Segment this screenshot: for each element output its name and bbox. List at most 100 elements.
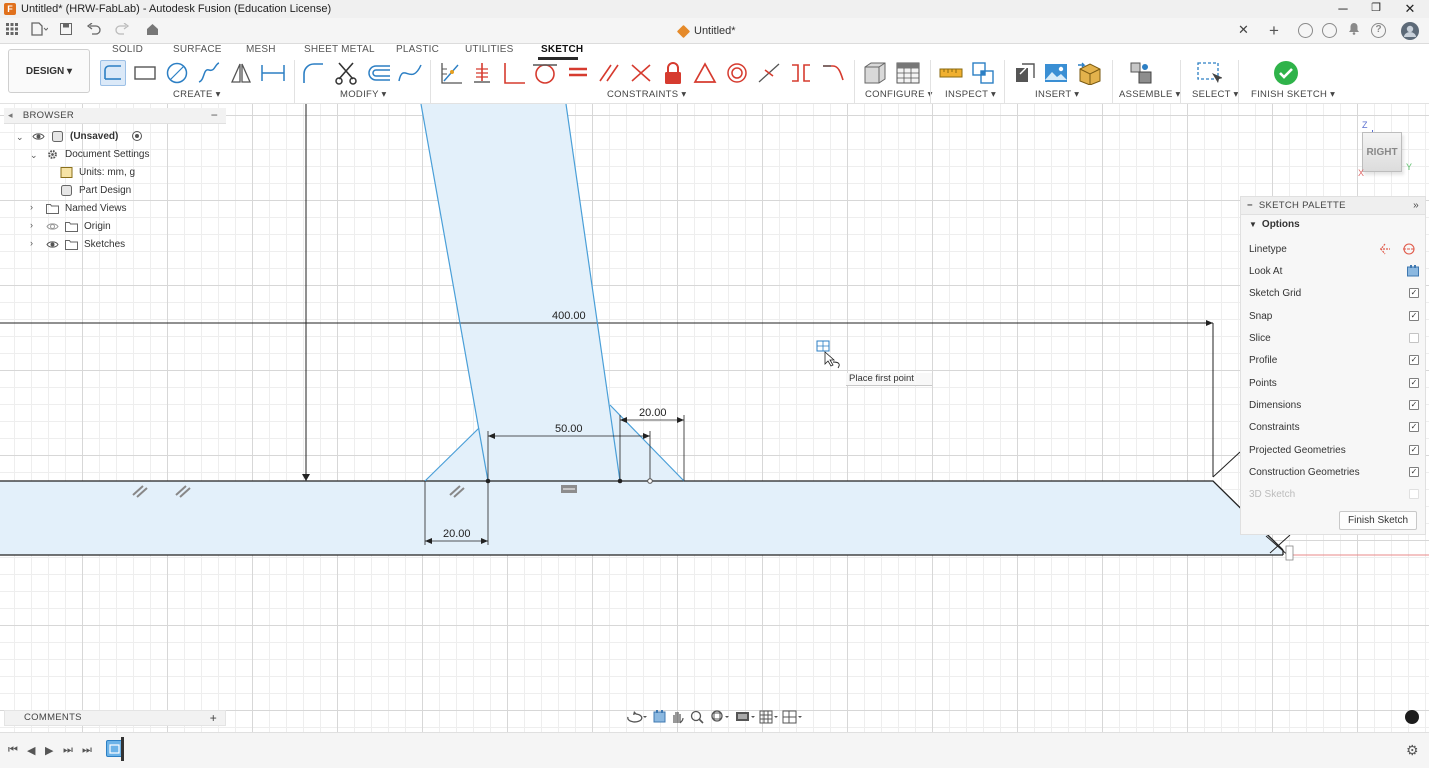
browser-item-document-settings[interactable]: Document Settings: [46, 145, 150, 163]
configure-menu[interactable]: CONFIGURE ▾: [865, 89, 933, 100]
browser-header[interactable]: ◂ BROWSER −: [4, 108, 226, 124]
options-section-header[interactable]: ▼ Options: [1249, 219, 1300, 230]
mirror-tool-icon[interactable]: [228, 60, 254, 86]
projected-geometries-checkbox[interactable]: ✓: [1409, 445, 1419, 455]
origin-marker[interactable]: [1285, 545, 1294, 561]
dimension-text-20-upper[interactable]: 20.00: [639, 407, 667, 419]
browser-minimize-button[interactable]: −: [211, 108, 218, 122]
dimension-text-50[interactable]: 50.00: [555, 423, 583, 435]
look-at-nav-icon[interactable]: [653, 710, 666, 723]
tangent-constraint-icon[interactable]: [532, 60, 558, 86]
palette-row-snap[interactable]: Snap ✓: [1249, 307, 1419, 325]
orbit-icon[interactable]: [627, 711, 647, 723]
palette-row-slice[interactable]: Slice: [1249, 329, 1419, 347]
spline-tool-icon[interactable]: [196, 60, 222, 86]
timeline-previous-icon[interactable]: ◀: [27, 744, 35, 757]
horizontal-vertical-constraint-icon[interactable]: [788, 60, 814, 86]
profile-region-base[interactable]: [0, 481, 1283, 555]
grid-settings-icon[interactable]: [759, 710, 778, 724]
tab-surface[interactable]: SURFACE: [173, 44, 222, 55]
help-icon[interactable]: ?: [1371, 23, 1386, 38]
select-window-icon[interactable]: [1196, 60, 1222, 86]
extensions-icon[interactable]: [1298, 23, 1313, 38]
feedback-chat-icon[interactable]: [1405, 710, 1419, 724]
select-menu[interactable]: SELECT ▾: [1192, 89, 1239, 100]
sketch-palette-header[interactable]: − SKETCH PALETTE »: [1241, 197, 1425, 215]
add-comment-button[interactable]: +: [210, 711, 217, 725]
lock-constraint-icon[interactable]: [660, 60, 686, 86]
symmetry-constraint-icon[interactable]: [692, 60, 718, 86]
comments-panel[interactable]: COMMENTS +: [4, 710, 226, 726]
finish-sketch-checkmark-icon[interactable]: [1273, 60, 1299, 86]
pan-hand-icon[interactable]: [673, 712, 684, 724]
chevron-down-icon[interactable]: ⌄: [16, 132, 24, 143]
assemble-joint-icon[interactable]: [1128, 60, 1154, 86]
constraints-menu[interactable]: CONSTRAINTS ▾: [607, 89, 686, 100]
timeline-next-icon[interactable]: ⏭: [63, 744, 73, 757]
file-menu-icon[interactable]: [28, 22, 50, 40]
palette-row-dimensions[interactable]: Dimensions ✓: [1249, 396, 1419, 414]
document-tab[interactable]: Untitled*: [676, 22, 736, 40]
eye-hidden-icon[interactable]: [46, 221, 59, 232]
equal-constraint-icon[interactable]: [565, 60, 591, 86]
centerline-linetype-icon[interactable]: [1403, 243, 1415, 255]
modify-menu[interactable]: MODIFY ▾: [340, 89, 387, 100]
viewcube[interactable]: Z RIGHT Y X: [1350, 120, 1420, 182]
finish-sketch-menu[interactable]: FINISH SKETCH ▾: [1251, 89, 1335, 100]
eye-icon[interactable]: [46, 239, 59, 250]
tab-plastic[interactable]: PLASTIC: [396, 44, 439, 55]
line-tool-icon[interactable]: [100, 60, 126, 86]
close-tab-button[interactable]: ✕: [1238, 22, 1249, 38]
interference-tool-icon[interactable]: [970, 60, 996, 86]
offset-tool-icon[interactable]: [366, 60, 392, 86]
concentric-constraint-icon[interactable]: [724, 60, 750, 86]
assemble-menu[interactable]: ASSEMBLE ▾: [1119, 89, 1181, 100]
coincident-constraint-icon[interactable]: [437, 60, 463, 86]
snap-checkbox[interactable]: ✓: [1409, 311, 1419, 321]
slice-checkbox[interactable]: [1409, 333, 1419, 343]
finish-sketch-button[interactable]: Finish Sketch: [1339, 511, 1417, 530]
browser-item-named-views[interactable]: Named Views: [46, 199, 127, 217]
job-status-icon[interactable]: [1322, 23, 1337, 38]
save-icon[interactable]: [58, 22, 74, 40]
sketch-dimension-tool-icon[interactable]: [260, 60, 286, 86]
tab-sheet-metal[interactable]: SHEET METAL: [304, 44, 375, 55]
insert-mesh-icon[interactable]: [1076, 60, 1102, 86]
browser-collapse-chevron-icon[interactable]: ◂: [8, 110, 13, 121]
palette-row-constraints[interactable]: Constraints ✓: [1249, 418, 1419, 436]
tab-solid[interactable]: SOLID: [112, 44, 143, 55]
collinear-constraint-icon[interactable]: [628, 60, 654, 86]
perpendicular-constraint-icon[interactable]: [500, 60, 526, 86]
insert-menu[interactable]: INSERT ▾: [1035, 89, 1079, 100]
palette-row-profile[interactable]: Profile ✓: [1249, 351, 1419, 369]
construction-geometries-checkbox[interactable]: ✓: [1409, 467, 1419, 477]
timeline-marker[interactable]: [121, 737, 124, 761]
rectangle-tool-icon[interactable]: [132, 60, 158, 86]
construction-linetype-icon[interactable]: [1379, 243, 1391, 255]
tab-sketch[interactable]: SKETCH: [541, 44, 583, 55]
insert-canvas-image-icon[interactable]: [1043, 60, 1069, 86]
fillet-tool-icon[interactable]: [300, 60, 326, 86]
midpoint-constraint-icon[interactable]: [756, 60, 782, 86]
activate-radio-icon[interactable]: [132, 131, 143, 141]
notifications-bell-icon[interactable]: [1346, 22, 1362, 40]
eye-icon[interactable]: [32, 131, 45, 142]
viewcube-face-right[interactable]: RIGHT: [1362, 132, 1402, 172]
profile-region-left-fin[interactable]: [425, 428, 488, 481]
palette-row-sketch-grid[interactable]: Sketch Grid ✓: [1249, 284, 1419, 302]
insert-derive-icon[interactable]: [1011, 60, 1037, 86]
dimensions-checkbox[interactable]: ✓: [1409, 400, 1419, 410]
curvature-constraint-icon[interactable]: [820, 60, 846, 86]
fix-constraint-icon[interactable]: [469, 60, 495, 86]
horizontal-constraint-glyph[interactable]: [561, 485, 577, 493]
browser-item-root[interactable]: (Unsaved): [32, 127, 143, 145]
palette-row-points[interactable]: Points ✓: [1249, 374, 1419, 392]
fit-zoom-window-icon[interactable]: [711, 710, 729, 722]
palette-expand-icon[interactable]: »: [1413, 200, 1419, 211]
chevron-down-icon[interactable]: ⌄: [30, 150, 38, 161]
browser-item-units[interactable]: Units: mm, g: [60, 163, 135, 181]
zoom-icon[interactable]: [690, 710, 704, 724]
home-icon[interactable]: [144, 22, 160, 40]
inspect-menu[interactable]: INSPECT ▾: [945, 89, 996, 100]
minimize-button[interactable]: ─: [1326, 0, 1360, 18]
